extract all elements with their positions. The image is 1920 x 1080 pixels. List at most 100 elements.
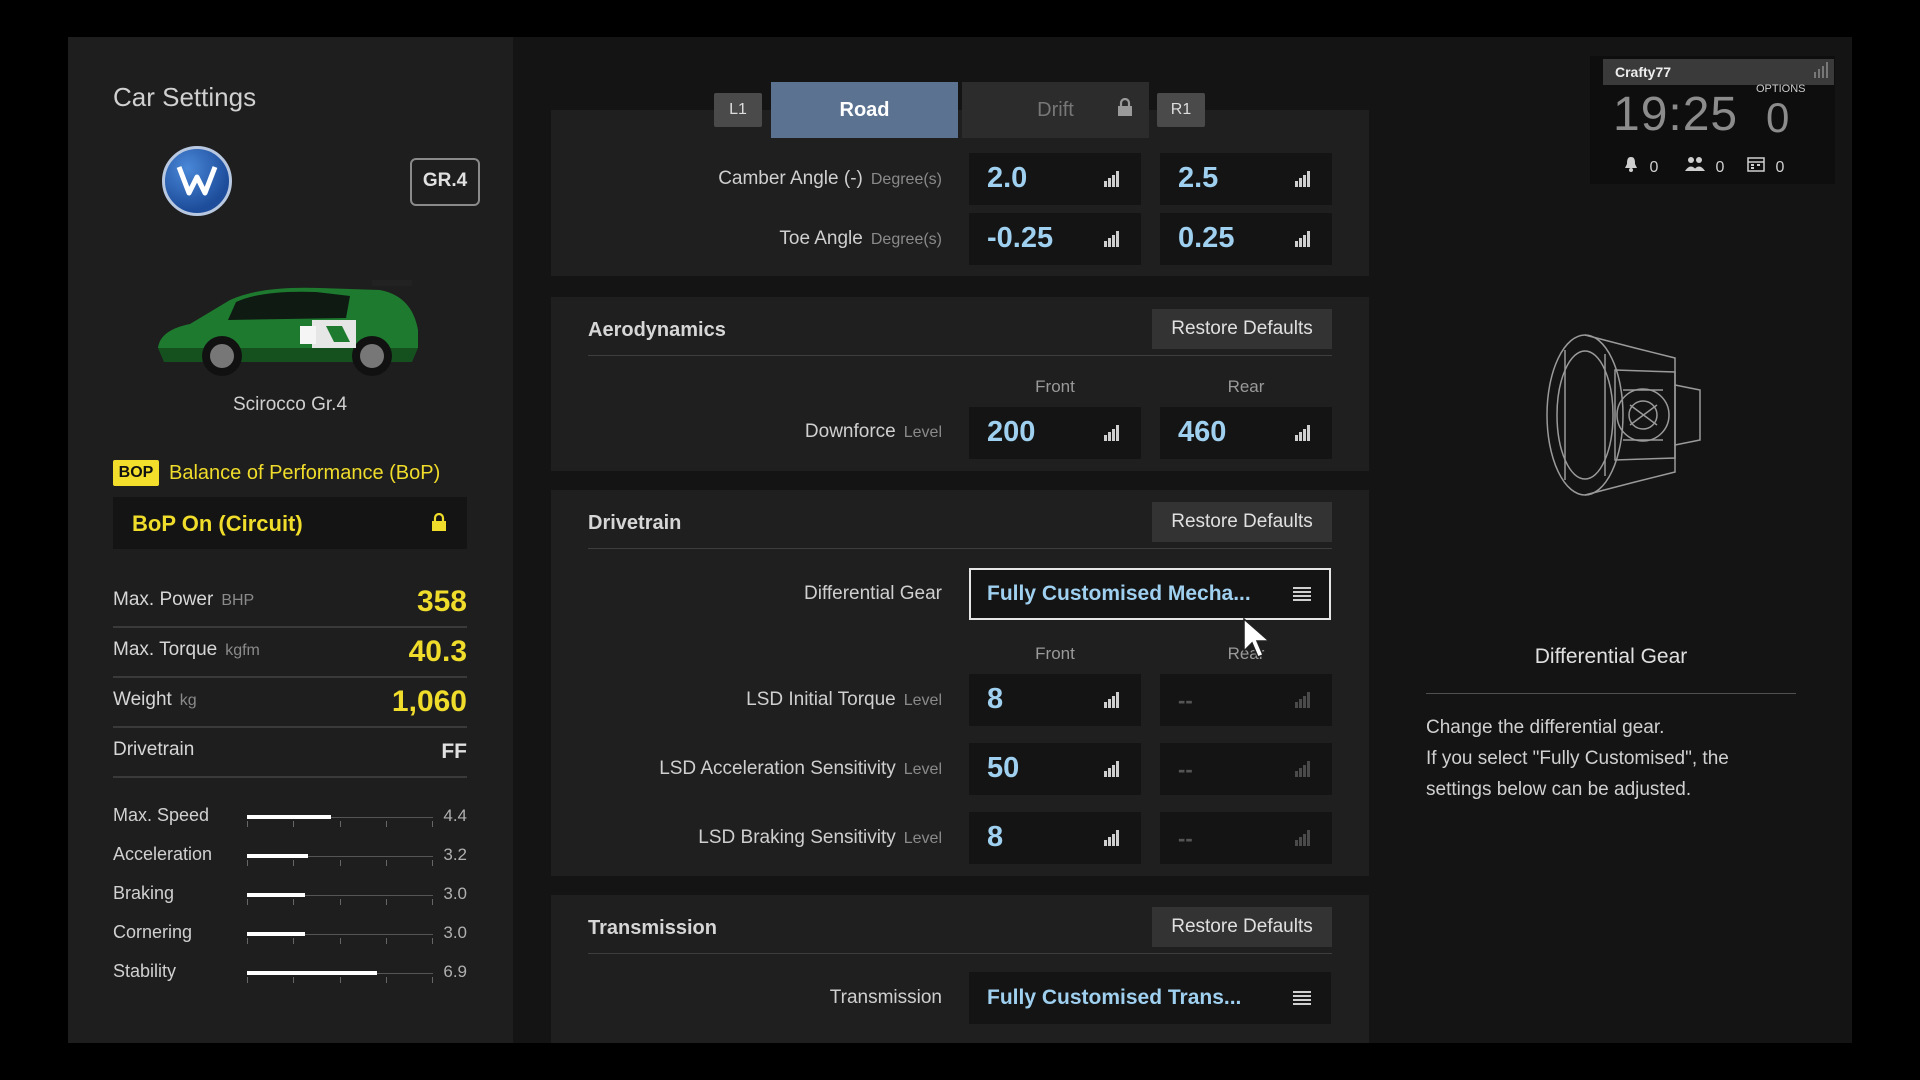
perf-bar xyxy=(247,848,433,866)
car-image xyxy=(150,270,425,382)
help-panel xyxy=(1390,37,1852,1043)
notifications[interactable]: 0 xyxy=(1623,156,1658,177)
section-transmission: Transmission Restore Defaults Transmissi… xyxy=(551,895,1369,1043)
perf-tick xyxy=(386,977,387,983)
level-bars-icon xyxy=(1295,830,1312,846)
select-value: Fully Customised Mecha... xyxy=(987,582,1251,605)
row-unit: Level xyxy=(903,692,942,709)
perf-bar xyxy=(247,965,433,983)
row-unit: Level xyxy=(903,830,942,847)
divider xyxy=(588,355,1332,356)
help-line: Change the differential gear. xyxy=(1426,717,1665,738)
restore-defaults-button[interactable]: Restore Defaults xyxy=(1152,907,1332,947)
section-title: Transmission xyxy=(588,917,717,939)
calendar-icon xyxy=(1747,157,1765,172)
stat-label: Weight xyxy=(113,689,172,710)
restore-defaults-button[interactable]: Restore Defaults xyxy=(1152,502,1332,542)
front-header: Front xyxy=(1035,377,1075,396)
help-description: Change the differential gear. If you sel… xyxy=(1426,712,1796,805)
divider xyxy=(588,953,1332,954)
stat-weight: Weight kg 1,060 xyxy=(113,677,467,728)
r1-key[interactable]: R1 xyxy=(1157,93,1205,127)
stat-unit: kg xyxy=(179,692,197,709)
value-text: 0.25 xyxy=(1178,222,1235,254)
stat-label: Drivetrain xyxy=(113,739,195,760)
bop-label: Balance of Performance (BoP) xyxy=(169,462,441,484)
perf-tick xyxy=(247,977,248,983)
l1-key[interactable]: L1 xyxy=(714,93,762,127)
perf-label: Max. Speed xyxy=(113,805,210,825)
section-suspension: Camber Angle (-) Degree(s) 2.0 2.5 Toe An… xyxy=(551,110,1369,276)
downforce-front-value[interactable]: 200 xyxy=(969,407,1141,459)
row-label-text: LSD Initial Torque xyxy=(746,689,896,710)
perf-tick xyxy=(340,977,341,983)
stat-unit: kgfm xyxy=(225,642,260,659)
perf-tick xyxy=(293,977,294,983)
perf-value: 3.0 xyxy=(443,923,467,942)
differential-gear-illustration xyxy=(1535,330,1710,505)
calendar[interactable]: 0 xyxy=(1747,156,1784,177)
perf-tick xyxy=(386,899,387,905)
help-title: Differential Gear xyxy=(1534,645,1688,668)
stat-label: Max. Power xyxy=(113,589,214,610)
vw-logo-icon xyxy=(162,146,232,216)
value-text: 2.0 xyxy=(987,162,1028,194)
bop-value: BoP On (Circuit) xyxy=(132,511,303,536)
select-value: Fully Customised Trans... xyxy=(987,986,1242,1009)
value-text: 2.5 xyxy=(1178,162,1219,194)
value-text: -0.25 xyxy=(987,222,1054,254)
level-bars-icon xyxy=(1295,171,1312,187)
level-bars-icon xyxy=(1295,231,1312,247)
tab-drift[interactable]: Drift xyxy=(962,82,1149,138)
row-unit: Level xyxy=(903,424,942,441)
level-bars-icon xyxy=(1104,231,1121,247)
stat-value: FF xyxy=(441,740,467,763)
lsd-braking-front-value[interactable]: 8 xyxy=(969,812,1141,864)
perf-bar-fill xyxy=(247,932,305,936)
downforce-rear-value[interactable]: 460 xyxy=(1160,407,1332,459)
transmission-select[interactable]: Fully Customised Trans... xyxy=(969,972,1331,1024)
section-title: Aerodynamics xyxy=(588,319,726,341)
restore-defaults-button[interactable]: Restore Defaults xyxy=(1152,309,1332,349)
row-label-text: Toe Angle xyxy=(779,228,863,249)
toe-rear-value[interactable]: 0.25 xyxy=(1160,213,1332,265)
tab-road[interactable]: Road xyxy=(771,82,958,138)
lsd-accel-front-value[interactable]: 50 xyxy=(969,743,1141,795)
perf-bar xyxy=(247,887,433,905)
rear-header: Rear xyxy=(1227,377,1265,396)
perf-tick xyxy=(386,821,387,827)
menu-list-icon xyxy=(1293,991,1311,1005)
toe-front-value[interactable]: -0.25 xyxy=(969,213,1141,265)
level-bars-icon xyxy=(1295,425,1312,441)
camber-front-value[interactable]: 2.0 xyxy=(969,153,1141,205)
friends[interactable]: 0 xyxy=(1685,156,1724,177)
lsd-initial-front-value[interactable]: 8 xyxy=(969,674,1141,726)
notification-count: 0 xyxy=(1649,159,1659,176)
level-bars-icon xyxy=(1104,171,1121,187)
perf-bar-fill xyxy=(247,854,309,858)
friends-count: 0 xyxy=(1715,159,1725,176)
stat-value: 358 xyxy=(416,585,467,618)
lock-icon xyxy=(431,512,447,536)
signal-icon xyxy=(1814,62,1828,83)
value-text: 50 xyxy=(987,752,1020,784)
perf-tick xyxy=(247,899,248,905)
perf-tick xyxy=(247,860,248,866)
lsd-braking-label: LSD Braking Sensitivity Level xyxy=(642,827,942,849)
username: Crafty77 xyxy=(1603,59,1834,85)
row-unit: Level xyxy=(903,761,942,778)
stat-label: Max. Torque xyxy=(113,639,218,660)
differential-gear-select[interactable]: Fully Customised Mecha... xyxy=(969,568,1331,620)
perf-tick xyxy=(293,938,294,944)
value-text: 460 xyxy=(1178,416,1227,448)
level-bars-icon xyxy=(1104,692,1121,708)
calendar-count: 0 xyxy=(1775,159,1785,176)
camber-rear-value[interactable]: 2.5 xyxy=(1160,153,1332,205)
perf-tick xyxy=(340,821,341,827)
row-unit: Degree(s) xyxy=(870,171,942,188)
perf-bar-fill xyxy=(247,815,331,819)
perf-label: Braking xyxy=(113,883,175,903)
row-label-text: Downforce xyxy=(804,421,896,442)
value-text: 8 xyxy=(987,683,1004,715)
bop-status: BoP On (Circuit) xyxy=(113,497,467,549)
